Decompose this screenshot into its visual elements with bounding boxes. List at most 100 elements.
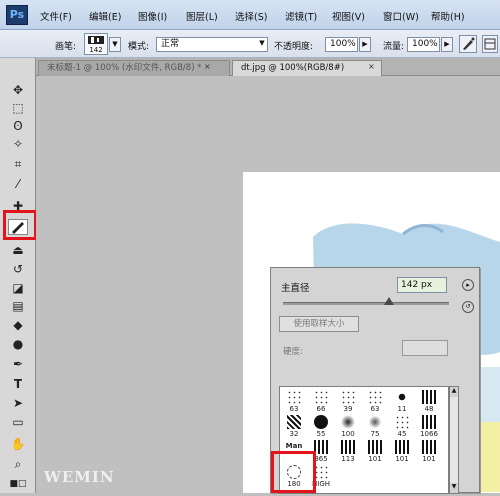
path-selection-tool-icon[interactable]: ➤ — [8, 395, 28, 411]
hardness-input[interactable] — [402, 340, 448, 356]
opacity-slider-button[interactable]: ▶ — [359, 37, 371, 52]
brush-preset-label: Man — [285, 442, 303, 450]
pen-tool-icon[interactable]: ✒ — [8, 356, 28, 372]
brush-tip-icon — [422, 415, 436, 429]
history-brush-tool-icon[interactable]: ↺ — [8, 261, 28, 277]
opacity-input[interactable]: 100% — [325, 37, 358, 52]
brush-preset[interactable]: 55 — [309, 414, 333, 438]
brush-preset-size: 11 — [397, 405, 407, 413]
close-icon[interactable]: × — [368, 62, 375, 71]
opacity-label: 不透明度: — [274, 42, 314, 52]
brush-preset[interactable]: 1066 — [417, 414, 441, 438]
mode-select[interactable]: 正常 — [156, 37, 268, 52]
magic-wand-tool-icon[interactable]: ✧ — [8, 136, 28, 152]
shape-tool-icon[interactable]: ▭ — [8, 414, 28, 430]
brush-preset[interactable]: 66 — [309, 389, 333, 413]
master-diameter-slider-thumb[interactable] — [384, 297, 395, 305]
brush-preset[interactable]: 48 — [417, 389, 441, 413]
flow-slider-button[interactable]: ▶ — [441, 37, 453, 52]
close-icon[interactable]: × — [204, 62, 211, 71]
brush-tip-icon — [314, 390, 328, 404]
brush-preset[interactable]: 113 — [336, 439, 360, 463]
brush-preset[interactable]: 63 — [363, 389, 387, 413]
gradient-tool-icon[interactable]: ▤ — [8, 298, 28, 314]
menu-layer[interactable]: 图层(L) — [186, 9, 218, 23]
brush-tip-icon — [395, 390, 409, 404]
menu-window[interactable]: 窗口(W) — [383, 9, 419, 23]
menu-view[interactable]: 视图(V) — [332, 9, 365, 23]
photoshop-logo-icon: Ps — [6, 5, 28, 25]
brush-preset[interactable]: 39 — [336, 389, 360, 413]
brush-preset-size: 48 — [424, 405, 434, 413]
menu-filter[interactable]: 滤镜(T) — [285, 9, 317, 23]
master-diameter-input[interactable]: 142 px — [397, 277, 447, 293]
zoom-tool-icon[interactable]: ⌕ — [8, 456, 28, 472]
brush-panel-toggle-button[interactable] — [482, 35, 498, 53]
marquee-tool-icon[interactable]: ⬚ — [8, 100, 28, 116]
brush-tip-icon — [368, 440, 382, 454]
master-diameter-label: 主直径 — [281, 283, 310, 294]
crop-tool-icon[interactable]: ⌗ — [8, 156, 28, 172]
brush-preset[interactable]: 101 — [390, 439, 414, 463]
airbrush-button[interactable] — [459, 35, 477, 53]
brush-preset[interactable]: 45 — [390, 414, 414, 438]
reset-icon[interactable]: ↺ — [462, 301, 474, 313]
brush-tip-icon — [368, 390, 382, 404]
flow-label: 流量: — [383, 42, 405, 52]
brush-preset[interactable]: 63 — [282, 389, 306, 413]
move-tool-icon[interactable]: ✥ — [8, 82, 28, 98]
menu-help[interactable]: 帮助(H) — [431, 9, 465, 23]
dodge-tool-icon[interactable]: ● — [8, 336, 28, 352]
menu-file[interactable]: 文件(F) — [40, 9, 72, 23]
lasso-tool-icon[interactable]: ʘ — [8, 118, 28, 134]
eraser-tool-icon[interactable]: ◪ — [8, 280, 28, 296]
brush-tip-icon — [422, 390, 436, 404]
options-bar: 画笔: 142 ▼ 模式: 正常 ▼ 不透明度: 100% ▶ 流量: 100%… — [0, 30, 500, 85]
document-tabs: 未标题-1 @ 100% (水印文件, RGB/8) * dt.jpg @ 10… — [36, 58, 500, 76]
menu-select[interactable]: 选择(S) — [235, 9, 267, 23]
type-tool-icon[interactable]: T — [8, 376, 28, 392]
brush-preset-size: 63 — [370, 405, 380, 413]
brush-preset[interactable]: 101 — [363, 439, 387, 463]
master-diameter-slider-track[interactable] — [283, 302, 449, 305]
brush-preset[interactable]: 101 — [417, 439, 441, 463]
brush-preset-size: 101 — [368, 455, 382, 463]
selected-brush-highlight — [271, 451, 316, 493]
brush-preset[interactable]: 11 — [390, 389, 414, 413]
brush-preset[interactable]: 32 — [282, 414, 306, 438]
scroll-down-icon[interactable]: ▼ — [450, 483, 458, 493]
brush-tip-icon — [88, 36, 104, 44]
chevron-down-icon: ▼ — [259, 39, 265, 47]
brush-tip-icon — [395, 440, 409, 454]
brush-preset-size: 75 — [370, 430, 380, 438]
blur-tool-icon[interactable]: ◆ — [8, 317, 28, 333]
brush-preset-size: 100 — [341, 430, 355, 438]
brush-tip-icon — [314, 415, 328, 429]
use-sample-size-button[interactable]: 使用取样大小 — [279, 316, 359, 332]
eyedropper-tool-icon[interactable]: ⁄ — [8, 176, 28, 192]
brush-size-preview: 142 — [89, 46, 103, 54]
menu-image[interactable]: 图像(I) — [138, 9, 167, 23]
panel-menu-icon[interactable]: ▸ — [462, 279, 474, 291]
color-swatch-icon[interactable]: ■□ — [8, 476, 28, 492]
brush-label: 画笔: — [55, 42, 77, 52]
preset-scrollbar[interactable]: ▲ ▼ — [449, 386, 459, 494]
tab-untitled-1[interactable]: 未标题-1 @ 100% (水印文件, RGB/8) * — [38, 60, 230, 76]
clone-stamp-tool-icon[interactable]: ⏏ — [8, 242, 28, 258]
flow-input[interactable]: 100% — [407, 37, 440, 52]
airbrush-icon — [463, 37, 475, 50]
brush-preset-size: 63 — [289, 405, 299, 413]
brush-preset[interactable]: 75 — [363, 414, 387, 438]
brush-dropdown-icon[interactable]: ▼ — [109, 37, 121, 52]
brush-preset-size: 113 — [341, 455, 355, 463]
scroll-up-icon[interactable]: ▲ — [450, 387, 458, 397]
tab-dt-jpg[interactable]: dt.jpg @ 100%(RGB/8#) — [232, 60, 382, 76]
brush-tip-icon — [287, 415, 301, 429]
hand-tool-icon[interactable]: ✋ — [8, 436, 28, 452]
brush-preset-size: 101 — [422, 455, 436, 463]
menu-edit[interactable]: 编辑(E) — [89, 9, 121, 23]
brush-tip-icon — [422, 440, 436, 454]
palette-icon — [484, 38, 496, 50]
brush-preset[interactable]: 100 — [336, 414, 360, 438]
brush-preview-button[interactable]: 142 — [84, 33, 108, 55]
